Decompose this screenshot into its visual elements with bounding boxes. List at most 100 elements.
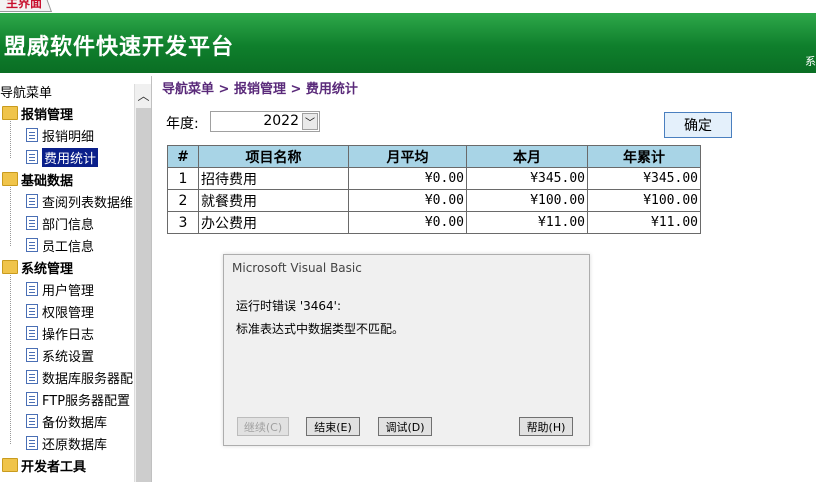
- dialog-error-message: 标准表达式中数据类型不匹配。: [236, 322, 405, 336]
- cell-this-month: ¥100.00: [466, 189, 588, 212]
- cell-name: 招待费用: [198, 167, 349, 190]
- scroll-thumb[interactable]: [136, 108, 151, 482]
- nav-root-label[interactable]: 导航菜单: [0, 82, 52, 101]
- cell-year-total: ¥100.00: [587, 189, 701, 212]
- sidebar-item-label: 基础数据: [21, 173, 74, 189]
- sidebar-item-label: 操作日志: [42, 327, 95, 343]
- sidebar-item[interactable]: 开发者工具: [2, 454, 86, 476]
- document-icon: [26, 326, 38, 340]
- sidebar-item[interactable]: 用户管理: [24, 278, 94, 300]
- document-icon: [26, 150, 38, 164]
- sidebar-item[interactable]: 系统设置: [24, 344, 94, 366]
- sidebar-item[interactable]: 备份数据库: [24, 410, 107, 432]
- cell-index: 1: [167, 167, 199, 190]
- sidebar-item-label: 系统管理: [21, 261, 74, 277]
- vb-error-dialog: Microsoft Visual Basic 运行时错误 '3464': 标准表…: [223, 254, 590, 446]
- sidebar-item[interactable]: 费用统计: [24, 146, 99, 168]
- sidebar-item[interactable]: 报销明细: [24, 124, 94, 146]
- cell-index: 2: [167, 189, 199, 212]
- sidebar-item-label: 员工信息: [42, 239, 95, 255]
- table-row[interactable]: 3 办公费用 ¥0.00 ¥11.00 ¥11.00: [167, 211, 701, 234]
- settings-doc-icon: [26, 348, 38, 362]
- cell-this-month: ¥11.00: [466, 211, 588, 234]
- col-header-year-total: 年累计: [587, 145, 701, 168]
- document-icon: [26, 238, 38, 252]
- database-icon: [26, 370, 38, 384]
- dialog-error-code: 运行时错误 '3464':: [236, 299, 341, 313]
- banner-right-text: 系: [805, 55, 816, 68]
- sidebar-item-label: 系统设置: [42, 349, 95, 365]
- sidebar-item[interactable]: 基础数据: [2, 168, 73, 190]
- sidebar-item[interactable]: 员工信息: [24, 234, 94, 256]
- year-select[interactable]: 2022 ﹀: [210, 111, 320, 132]
- tree-line: [10, 268, 11, 444]
- breadcrumb: 导航菜单 > 报销管理 > 费用统计: [162, 82, 358, 97]
- database-icon: [26, 414, 38, 428]
- tab-strip: 主界面: [0, 0, 816, 13]
- sidebar-item[interactable]: 操作日志: [24, 322, 94, 344]
- document-icon: [26, 128, 38, 142]
- sidebar-item[interactable]: 数据库服务器配: [24, 366, 133, 388]
- sidebar-scrollbar[interactable]: ︿: [134, 84, 151, 482]
- sidebar-item-label: FTP服务器配置: [42, 393, 131, 409]
- sidebar-item-label: 报销管理: [21, 107, 74, 123]
- tab-main-label[interactable]: 主界面: [6, 0, 42, 11]
- grid-icon: [26, 194, 38, 208]
- folder-open-icon: [2, 106, 18, 120]
- sidebar-item-label: 备份数据库: [42, 415, 108, 431]
- sidebar-item-label: 费用统计: [42, 147, 99, 167]
- sidebar-item-label: 报销明细: [42, 129, 95, 145]
- sidebar-item[interactable]: 部门信息: [24, 212, 94, 234]
- users-icon: [26, 282, 38, 296]
- cell-monthly-avg: ¥0.00: [348, 167, 467, 190]
- sidebar-item[interactable]: 系统管理: [2, 256, 73, 278]
- app-banner: 盟威软件快速开发平台 系: [0, 13, 816, 73]
- folder-open-icon: [2, 458, 18, 472]
- sidebar-nav: 导航菜单 报销管理报销明细费用统计基础数据查阅列表数据维 部门信息员工信息系统管理…: [0, 76, 152, 482]
- sidebar-item-label: 还原数据库: [42, 437, 108, 453]
- col-header-this-month: 本月: [466, 145, 588, 168]
- expense-table: # 项目名称 月平均 本月 年累计 1 招待费用 ¥0.00 ¥345.00 ¥…: [167, 145, 701, 234]
- continue-button[interactable]: 继续(C): [237, 417, 289, 436]
- sidebar-item[interactable]: 权限管理: [24, 300, 94, 322]
- cell-name: 就餐费用: [198, 189, 349, 212]
- col-header-name: 项目名称: [198, 145, 349, 168]
- debug-button[interactable]: 调试(D): [378, 417, 432, 436]
- table-row[interactable]: 2 就餐费用 ¥0.00 ¥100.00 ¥100.00: [167, 189, 701, 212]
- sidebar-item[interactable]: 报销管理: [2, 102, 73, 124]
- sidebar-item[interactable]: 查阅列表数据维: [24, 190, 133, 212]
- year-label: 年度:: [166, 116, 199, 132]
- document-icon: [26, 216, 38, 230]
- cell-monthly-avg: ¥0.00: [348, 211, 467, 234]
- end-button[interactable]: 结束(E): [306, 417, 360, 436]
- help-button[interactable]: 帮助(H): [519, 417, 573, 436]
- sidebar-item-label: 查阅列表数据维: [42, 195, 134, 211]
- cell-year-total: ¥11.00: [587, 211, 701, 234]
- scroll-up-arrow-icon[interactable]: ︿: [135, 84, 151, 106]
- cell-year-total: ¥345.00: [587, 167, 701, 190]
- sidebar-item-label: 用户管理: [42, 283, 95, 299]
- cell-index: 3: [167, 211, 199, 234]
- sidebar-item-label: 开发者工具: [21, 459, 87, 475]
- col-header-index: #: [167, 145, 199, 168]
- database-icon: [26, 436, 38, 450]
- folder-open-icon: [2, 172, 18, 186]
- sidebar-item-label: 权限管理: [42, 305, 95, 321]
- sidebar-item-label: 部门信息: [42, 217, 95, 233]
- year-value: 2022: [263, 113, 299, 129]
- col-header-monthly-avg: 月平均: [348, 145, 467, 168]
- folder-open-icon: [2, 260, 18, 274]
- table-header-row: # 项目名称 月平均 本月 年累计: [167, 145, 701, 168]
- dialog-title: Microsoft Visual Basic: [232, 261, 362, 275]
- sidebar-item[interactable]: 还原数据库: [24, 432, 107, 454]
- cell-name: 办公费用: [198, 211, 349, 234]
- chevron-down-icon[interactable]: ﹀: [302, 113, 318, 130]
- cell-this-month: ¥345.00: [466, 167, 588, 190]
- app-title: 盟威软件快速开发平台: [4, 35, 235, 60]
- document-icon: [26, 392, 38, 406]
- cell-monthly-avg: ¥0.00: [348, 189, 467, 212]
- sidebar-item-label: 数据库服务器配: [42, 371, 134, 387]
- ok-button[interactable]: 确定: [664, 112, 732, 138]
- table-row[interactable]: 1 招待费用 ¥0.00 ¥345.00 ¥345.00: [167, 167, 701, 190]
- sidebar-item[interactable]: FTP服务器配置: [24, 388, 130, 410]
